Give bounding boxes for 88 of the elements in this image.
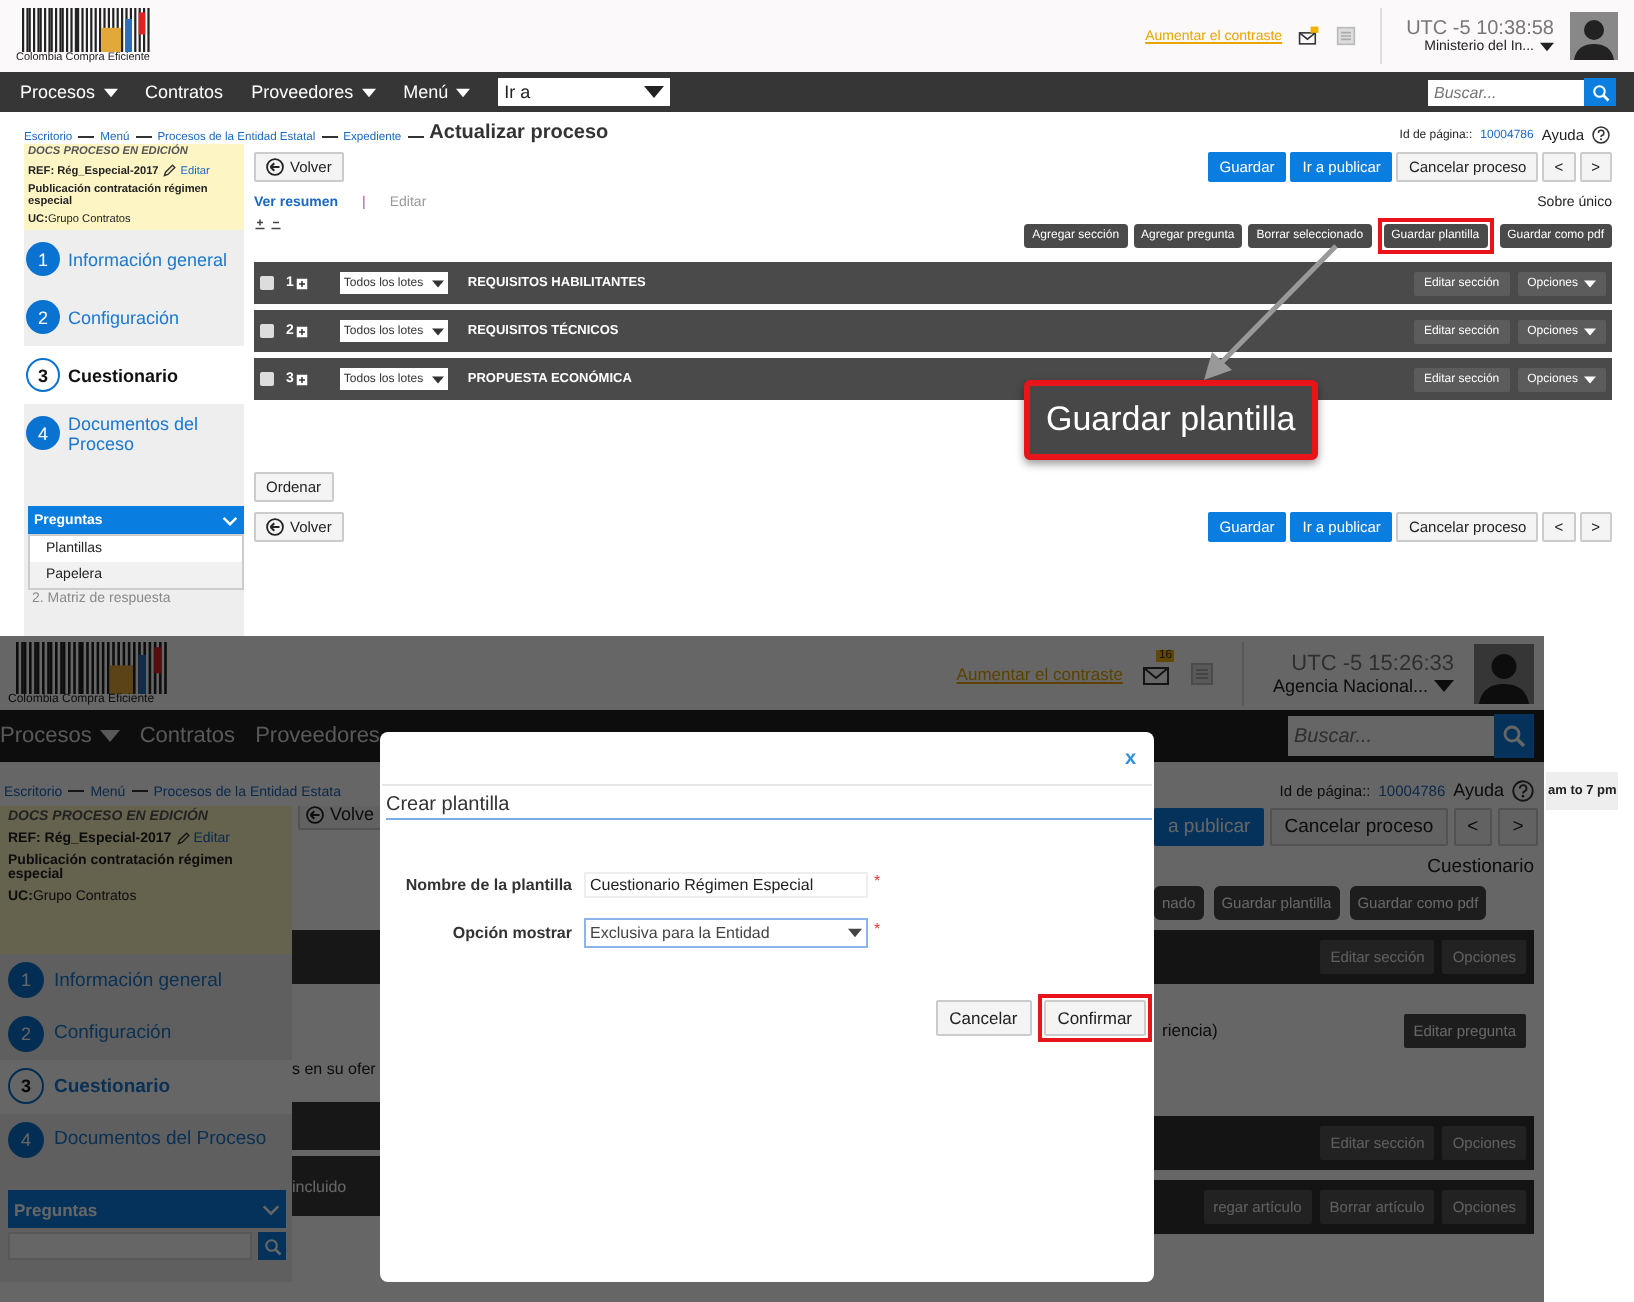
account-name[interactable]: Agencia Nacional...	[1272, 675, 1428, 695]
expand-all-icon[interactable]	[254, 218, 266, 230]
section-bar	[292, 1102, 380, 1150]
step-item[interactable]: 2 Configuración	[24, 288, 244, 346]
pencil-icon	[162, 164, 177, 178]
caret-icon	[1540, 42, 1554, 52]
nav-menu-item[interactable]: Contratos	[139, 724, 236, 748]
caret-icon	[1434, 679, 1454, 691]
avatar-icon[interactable]	[1570, 12, 1618, 60]
nav-menu-item[interactable]: Procesos	[20, 82, 118, 102]
action-button[interactable]: >	[1498, 808, 1538, 846]
nav-menu-item[interactable]: Procesos	[0, 724, 120, 748]
caret-icon	[644, 86, 665, 98]
required-mark: *	[874, 919, 881, 938]
close-button[interactable]: x	[1120, 747, 1140, 769]
back-arrow-icon	[266, 518, 284, 536]
step-item[interactable]: 4 Documentos del Proceso	[24, 404, 244, 462]
search-field[interactable]: Buscar...	[1428, 79, 1584, 105]
goto-select[interactable]: Ir a	[498, 78, 671, 106]
step-number: 4	[8, 1121, 44, 1158]
checkbox[interactable]	[260, 372, 274, 386]
nav-menu-item[interactable]: Contratos	[145, 82, 224, 102]
section-bar	[292, 930, 380, 984]
caret-icon	[1584, 375, 1596, 383]
step-item[interactable]: 3 Cuestionario	[0, 1060, 292, 1113]
help-icon[interactable]	[1592, 126, 1610, 144]
search-icon	[1502, 724, 1526, 748]
step-item[interactable]: 3 Cuestionario	[24, 346, 244, 404]
caret-icon	[431, 279, 444, 287]
caret-icon	[848, 927, 862, 938]
back-arrow-icon	[306, 806, 324, 823]
step-number: 1	[26, 242, 60, 276]
nav-menu-item[interactable]: Proveedores	[255, 724, 380, 748]
nav-menu-item[interactable]: Menú	[403, 82, 471, 102]
search-icon	[1591, 83, 1609, 101]
caret-icon	[361, 87, 376, 97]
page-title: Actualizar proceso	[429, 122, 609, 144]
time-text: UTC -5 10:38:58	[1406, 18, 1554, 40]
checkbox[interactable]	[260, 324, 274, 338]
envelope-label: Cuestionario	[1427, 856, 1534, 878]
body-text: s en su ofer	[292, 1060, 378, 1078]
field-label: Nombre de la plantilla	[403, 874, 572, 898]
back-button[interactable]: Volve	[298, 806, 380, 830]
chevron-icon	[222, 515, 238, 525]
select-field[interactable]: Exclusiva para la Entidad	[584, 917, 868, 948]
step-number: 3	[26, 358, 60, 392]
step-number: 2	[8, 1015, 44, 1052]
back-arrow-icon	[266, 158, 284, 176]
help-link[interactable]: Ayuda	[1453, 780, 1504, 800]
search-button[interactable]	[258, 1232, 286, 1260]
question-text: riencia)	[1162, 1020, 1218, 1040]
step-item[interactable]: 1 Información general	[24, 230, 244, 288]
caret-icon	[99, 730, 120, 742]
action-button[interactable]: Cancelar proceso	[1270, 808, 1448, 846]
plus-box-icon[interactable]	[295, 325, 308, 337]
collapse-all-icon[interactable]	[270, 218, 282, 230]
callout-label: Guardar plantilla	[1024, 380, 1318, 460]
caret-icon	[1584, 327, 1596, 335]
chevron-icon	[262, 1203, 280, 1215]
search-button[interactable]	[1584, 78, 1616, 106]
caret-icon	[456, 87, 471, 97]
search-icon	[263, 1237, 281, 1255]
pencil-icon	[175, 832, 190, 846]
caret-icon	[103, 87, 118, 97]
required-mark: *	[874, 872, 881, 890]
plus-box-icon[interactable]	[295, 373, 308, 385]
step-number: 3	[8, 1068, 44, 1105]
step-number: 4	[26, 416, 60, 450]
caret-icon	[431, 327, 444, 335]
field-label: Opción mostrar	[450, 921, 572, 946]
document-icon[interactable]	[1336, 26, 1357, 46]
dialog-button[interactable]: Confirmar	[1043, 1000, 1146, 1037]
input-field[interactable]: Cuestionario Régimen Especial	[584, 872, 868, 899]
mail-icon[interactable]	[1298, 26, 1321, 46]
caret-icon	[1584, 279, 1596, 287]
step-number: 1	[8, 962, 44, 999]
nav-menu-item[interactable]: Proveedores	[251, 82, 376, 102]
search-button[interactable]	[1494, 714, 1534, 758]
body-text: incluido	[292, 1177, 347, 1195]
modal-title: Crear plantilla	[386, 794, 1152, 820]
pointer-arrow	[1204, 244, 1338, 380]
action-button[interactable]: <	[1453, 808, 1493, 846]
document-icon[interactable]	[1190, 661, 1215, 685]
step-number: 2	[26, 300, 60, 334]
dialog-button[interactable]: Cancelar	[935, 1000, 1032, 1037]
checkbox[interactable]	[260, 276, 274, 290]
caret-icon	[431, 375, 444, 383]
plus-box-icon[interactable]	[295, 277, 308, 289]
